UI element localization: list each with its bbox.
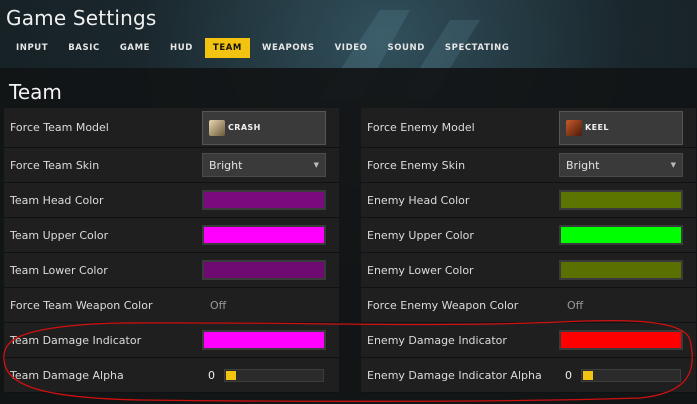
team-weapon-color-row: Force Team Weapon Color Off (4, 288, 339, 323)
team-model-row: Force Team Model CRASH (4, 108, 339, 148)
window-title: Game Settings (6, 6, 157, 30)
enemy-damage-indicator-row: Enemy Damage Indicator (361, 323, 696, 358)
enemy-damage-indicator-swatch[interactable] (559, 330, 683, 350)
chevron-down-icon: ▼ (313, 161, 319, 169)
team-model-button[interactable]: CRASH (202, 110, 326, 145)
enemy-head-color-label: Enemy Head Color (367, 193, 470, 207)
enemy-model-label: Force Enemy Model (367, 121, 475, 134)
team-skin-row: Force Team Skin Bright ▼ (4, 148, 339, 183)
enemy-head-color-swatch[interactable] (559, 190, 683, 210)
tab-game[interactable]: GAME (112, 38, 158, 58)
team-head-color-row: Team Head Color (4, 183, 339, 218)
chevron-down-icon: ▼ (670, 161, 676, 169)
team-damage-alpha-row: Team Damage Alpha 0 (4, 358, 339, 393)
enemy-model-value: KEEL (585, 123, 609, 132)
keel-avatar-icon (566, 119, 582, 136)
enemy-upper-color-swatch[interactable] (559, 225, 683, 245)
team-weapon-color-toggle[interactable]: Off (202, 299, 226, 312)
tab-hud[interactable]: HUD (162, 38, 201, 58)
team-weapon-color-label: Force Team Weapon Color (10, 298, 153, 312)
team-head-color-swatch[interactable] (202, 190, 326, 210)
team-lower-color-label: Team Lower Color (10, 263, 108, 277)
team-lower-color-row: Team Lower Color (4, 253, 339, 288)
tab-weapons[interactable]: WEAPONS (254, 38, 323, 58)
team-upper-color-label: Team Upper Color (10, 228, 109, 242)
team-damage-indicator-swatch[interactable] (202, 330, 326, 350)
enemy-damage-indicator-label: Enemy Damage Indicator (367, 333, 507, 347)
team-damage-alpha-value: 0 (208, 368, 215, 382)
enemy-weapon-color-label: Force Enemy Weapon Color (367, 298, 519, 312)
enemy-damage-alpha-label: Enemy Damage Indicator Alpha (367, 368, 542, 382)
tab-sound[interactable]: SOUND (379, 38, 432, 58)
team-skin-label: Force Team Skin (10, 158, 100, 172)
enemy-weapon-color-row: Force Enemy Weapon Color Off (361, 288, 696, 323)
tab-team[interactable]: TEAM (204, 38, 250, 58)
enemy-lower-color-row: Enemy Lower Color (361, 253, 696, 288)
section-title: Team (9, 80, 62, 104)
slider-track[interactable] (224, 368, 324, 382)
team-settings-column: Force Team Model CRASH Force Team Skin B… (4, 108, 339, 393)
team-model-label: Force Team Model (10, 121, 109, 134)
crash-avatar-icon (209, 119, 225, 136)
enemy-model-row: Force Enemy Model KEEL (361, 108, 696, 148)
slider-thumb[interactable] (583, 370, 593, 380)
enemy-upper-color-row: Enemy Upper Color (361, 218, 696, 253)
enemy-weapon-color-toggle[interactable]: Off (559, 299, 583, 312)
tab-input[interactable]: INPUT (8, 38, 56, 58)
team-upper-color-row: Team Upper Color (4, 218, 339, 253)
enemy-lower-color-label: Enemy Lower Color (367, 263, 474, 277)
team-damage-alpha-slider[interactable]: 0 (202, 368, 324, 382)
enemy-upper-color-label: Enemy Upper Color (367, 228, 474, 242)
team-damage-indicator-label: Team Damage Indicator (10, 333, 142, 347)
team-lower-color-swatch[interactable] (202, 260, 326, 280)
tab-video[interactable]: VIDEO (327, 38, 376, 58)
enemy-damage-alpha-value: 0 (565, 368, 572, 382)
slider-thumb[interactable] (226, 370, 236, 380)
slider-track[interactable] (581, 368, 681, 382)
enemy-damage-alpha-row: Enemy Damage Indicator Alpha 0 (361, 358, 696, 393)
enemy-skin-row: Force Enemy Skin Bright ▼ (361, 148, 696, 183)
team-skin-select[interactable]: Bright ▼ (202, 153, 326, 177)
tab-spectating[interactable]: SPECTATING (437, 38, 518, 58)
team-skin-value: Bright (209, 158, 243, 172)
team-damage-alpha-label: Team Damage Alpha (10, 368, 124, 382)
enemy-lower-color-swatch[interactable] (559, 260, 683, 280)
enemy-skin-label: Force Enemy Skin (367, 158, 466, 172)
team-damage-indicator-row: Team Damage Indicator (4, 323, 339, 358)
enemy-skin-value: Bright (566, 158, 600, 172)
team-model-value: CRASH (228, 123, 261, 132)
tab-bar: INPUT BASIC GAME HUD TEAM WEAPONS VIDEO … (8, 38, 521, 58)
team-upper-color-swatch[interactable] (202, 225, 326, 245)
enemy-skin-select[interactable]: Bright ▼ (559, 153, 683, 177)
tab-basic[interactable]: BASIC (60, 38, 108, 58)
enemy-settings-column: Force Enemy Model KEEL Force Enemy Skin … (361, 108, 696, 393)
enemy-head-color-row: Enemy Head Color (361, 183, 696, 218)
team-head-color-label: Team Head Color (10, 193, 104, 207)
enemy-model-button[interactable]: KEEL (559, 110, 683, 145)
enemy-damage-alpha-slider[interactable]: 0 (559, 368, 681, 382)
